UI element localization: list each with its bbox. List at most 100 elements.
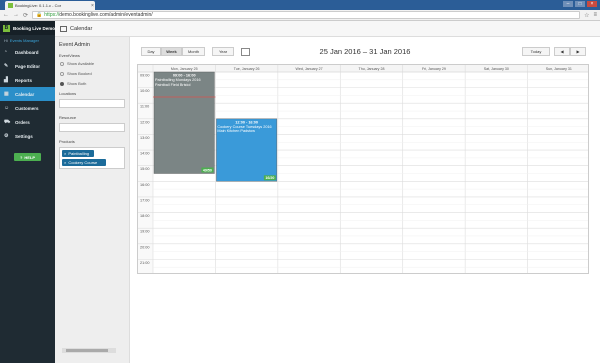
page-title: Calendar <box>70 25 93 32</box>
radio-label: Show Available <box>67 61 95 66</box>
chart-icon: ▟ <box>4 77 8 83</box>
prev-week-button[interactable]: ◀ <box>554 47 570 56</box>
hour-label: 12:00 <box>140 120 150 124</box>
brand[interactable]: B Booking Live Demo <box>0 21 55 35</box>
day-header-label: Wed, January 27 <box>296 67 323 71</box>
event-view-option[interactable]: Show Available <box>60 61 125 66</box>
resource-input[interactable] <box>59 123 125 132</box>
products-label: Products <box>59 139 75 144</box>
calendar-icon: ▦ <box>4 91 9 97</box>
capacity-count: 49/50 <box>203 168 212 172</box>
panel-scrollbar[interactable] <box>62 348 116 353</box>
event-view-option[interactable]: Show Both <box>60 81 125 86</box>
event-title-box: Paintballing Mondays 2016 Paintball Fiel… <box>155 78 201 87</box>
hour-label: 18:00 <box>140 214 150 218</box>
today-button[interactable]: Today <box>522 47 550 56</box>
radio-button[interactable] <box>60 81 64 86</box>
next-week-button[interactable]: ▶ <box>570 47 586 56</box>
hour-label: 19:00 <box>140 230 150 234</box>
date-range-title: 25 Jan 2016 – 31 Jan 2016 <box>319 47 411 56</box>
radio-label: Show Both <box>67 81 87 86</box>
radio-label: Show Booked <box>67 71 92 76</box>
hour-label: 09:00 <box>140 74 150 78</box>
chip-remove-icon[interactable]: × <box>64 160 66 165</box>
browser-menu-icon[interactable]: ≡ <box>593 12 597 18</box>
calendar-icon <box>60 25 67 32</box>
customers-icon: ☺ <box>4 105 10 111</box>
day-header-label: Fri, January 29 <box>422 67 446 71</box>
minimize-button[interactable]: – <box>563 1 573 7</box>
scrollbar-thumb[interactable] <box>66 349 108 352</box>
sidebar-item-settings[interactable]: ⚙ Settings <box>0 129 55 143</box>
hour-label: 17:00 <box>140 198 150 202</box>
sidebar-item-page-editor[interactable]: ✎ Page Editor <box>0 59 55 73</box>
forward-icon[interactable]: → <box>13 12 19 18</box>
radio-button[interactable] <box>60 61 64 66</box>
locations-input[interactable] <box>59 99 125 108</box>
event-time: 12:00 - 16:00 <box>235 120 258 124</box>
chip-remove-icon[interactable]: × <box>64 151 66 156</box>
month-view-button[interactable]: Month <box>182 47 205 56</box>
sidebar-item-reports[interactable]: ▟ Reports <box>0 73 55 87</box>
sidebar-item-dashboard[interactable]: ◔ Dashboard <box>0 45 55 59</box>
favicon-icon <box>8 3 13 8</box>
url-path: demo.bookinglive.com/admin/eventadmin/ <box>59 12 153 18</box>
dashboard-icon: ◔ <box>4 49 8 55</box>
hour-label: 10:00 <box>140 89 150 93</box>
url-field[interactable]: 🔒 https:// demo.bookinglive.com/admin/ev… <box>32 11 581 19</box>
hour-label: 20:00 <box>140 245 150 249</box>
sidebar-item-label: Reports <box>15 77 33 83</box>
product-chip[interactable]: × Paintballing <box>62 150 94 157</box>
product-chip[interactable]: × Cookery Course <box>62 159 106 166</box>
event-title: Cookery Course Tuesdays 2016 Main Kitche… <box>217 124 272 134</box>
cart-icon: ⛟ <box>4 118 11 125</box>
user-greeting: Hi Events Manager <box>0 35 55 45</box>
edit-icon: ✎ <box>4 63 9 69</box>
greeting-prefix: Hi <box>4 37 8 43</box>
back-icon[interactable]: ← <box>3 12 9 18</box>
close-window-button[interactable]: × <box>587 1 597 7</box>
user-link[interactable]: Events Manager <box>10 38 39 43</box>
hour-label: 16:00 <box>140 183 150 187</box>
calendar-grid-icon[interactable] <box>241 48 250 56</box>
week-view-button[interactable]: Week <box>161 47 182 56</box>
locations-label: Locations <box>59 91 77 96</box>
day-header-label: Tue, January 26 <box>234 67 260 71</box>
sidebar-item-calendar[interactable]: ▦ Calendar <box>0 87 55 101</box>
sidebar-item-customers[interactable]: ☺ Customers <box>0 101 55 115</box>
close-tab-icon[interactable]: × <box>91 3 94 9</box>
help-button[interactable]: ? HELP <box>14 153 41 161</box>
products-select[interactable]: × Paintballing × Cookery Course <box>59 147 125 169</box>
maximize-button[interactable]: □ <box>575 1 585 7</box>
browser-titlebar: BookingLive: 0.1.1.c - Cor × – □ × <box>0 0 600 10</box>
event-time: 09:00 - 16:00 <box>173 74 196 78</box>
year-view-button[interactable]: Year <box>212 47 234 56</box>
day-header-label: Mon, January 25 <box>171 67 198 71</box>
day-header-label: Thu, January 28 <box>359 67 385 71</box>
radio-button[interactable] <box>60 71 64 76</box>
sidebar-item-label: Settings <box>15 133 33 139</box>
panel-title: Event Admin <box>59 42 90 48</box>
page-header: Calendar <box>55 21 600 37</box>
event-view-option[interactable]: Show Booked <box>60 71 125 76</box>
browser-tab[interactable]: BookingLive: 0.1.1.c - Cor × <box>5 1 95 10</box>
event-views-radios: Show Available Show Booked Show Both <box>59 61 125 86</box>
chip-label: Cookery Course <box>68 160 98 165</box>
sidebar-item-orders[interactable]: ⛟ Orders <box>0 115 55 129</box>
capacity-count: 16/20 <box>265 176 274 180</box>
bookmark-star-icon[interactable]: ☆ <box>584 12 589 19</box>
sidebar-item-label: Dashboard <box>15 49 39 55</box>
window-controls: – □ × <box>563 1 597 7</box>
help-label: HELP <box>24 154 36 160</box>
sidebar-nav: ◔ Dashboard ✎ Page Editor ▟ Reports ▦ Calendar ☺… <box>0 45 55 143</box>
resource-label: Resource <box>59 115 77 120</box>
tab-title: BookingLive: 0.1.1.c - Cor <box>15 3 62 8</box>
lock-icon: 🔒 <box>36 12 43 18</box>
url-scheme: https:// <box>44 12 60 18</box>
day-view-button[interactable]: Day <box>141 47 161 56</box>
help-icon: ? <box>19 154 23 160</box>
reload-icon[interactable]: ⟳ <box>23 12 28 19</box>
week-calendar-grid[interactable]: Mon, January 25 Tue, January 26 Wed, Janua… <box>137 64 589 274</box>
chip-label: Paintballing <box>68 151 90 156</box>
address-bar: ← → ⟳ 🔒 https:// demo.bookinglive.com/ad… <box>0 10 600 21</box>
